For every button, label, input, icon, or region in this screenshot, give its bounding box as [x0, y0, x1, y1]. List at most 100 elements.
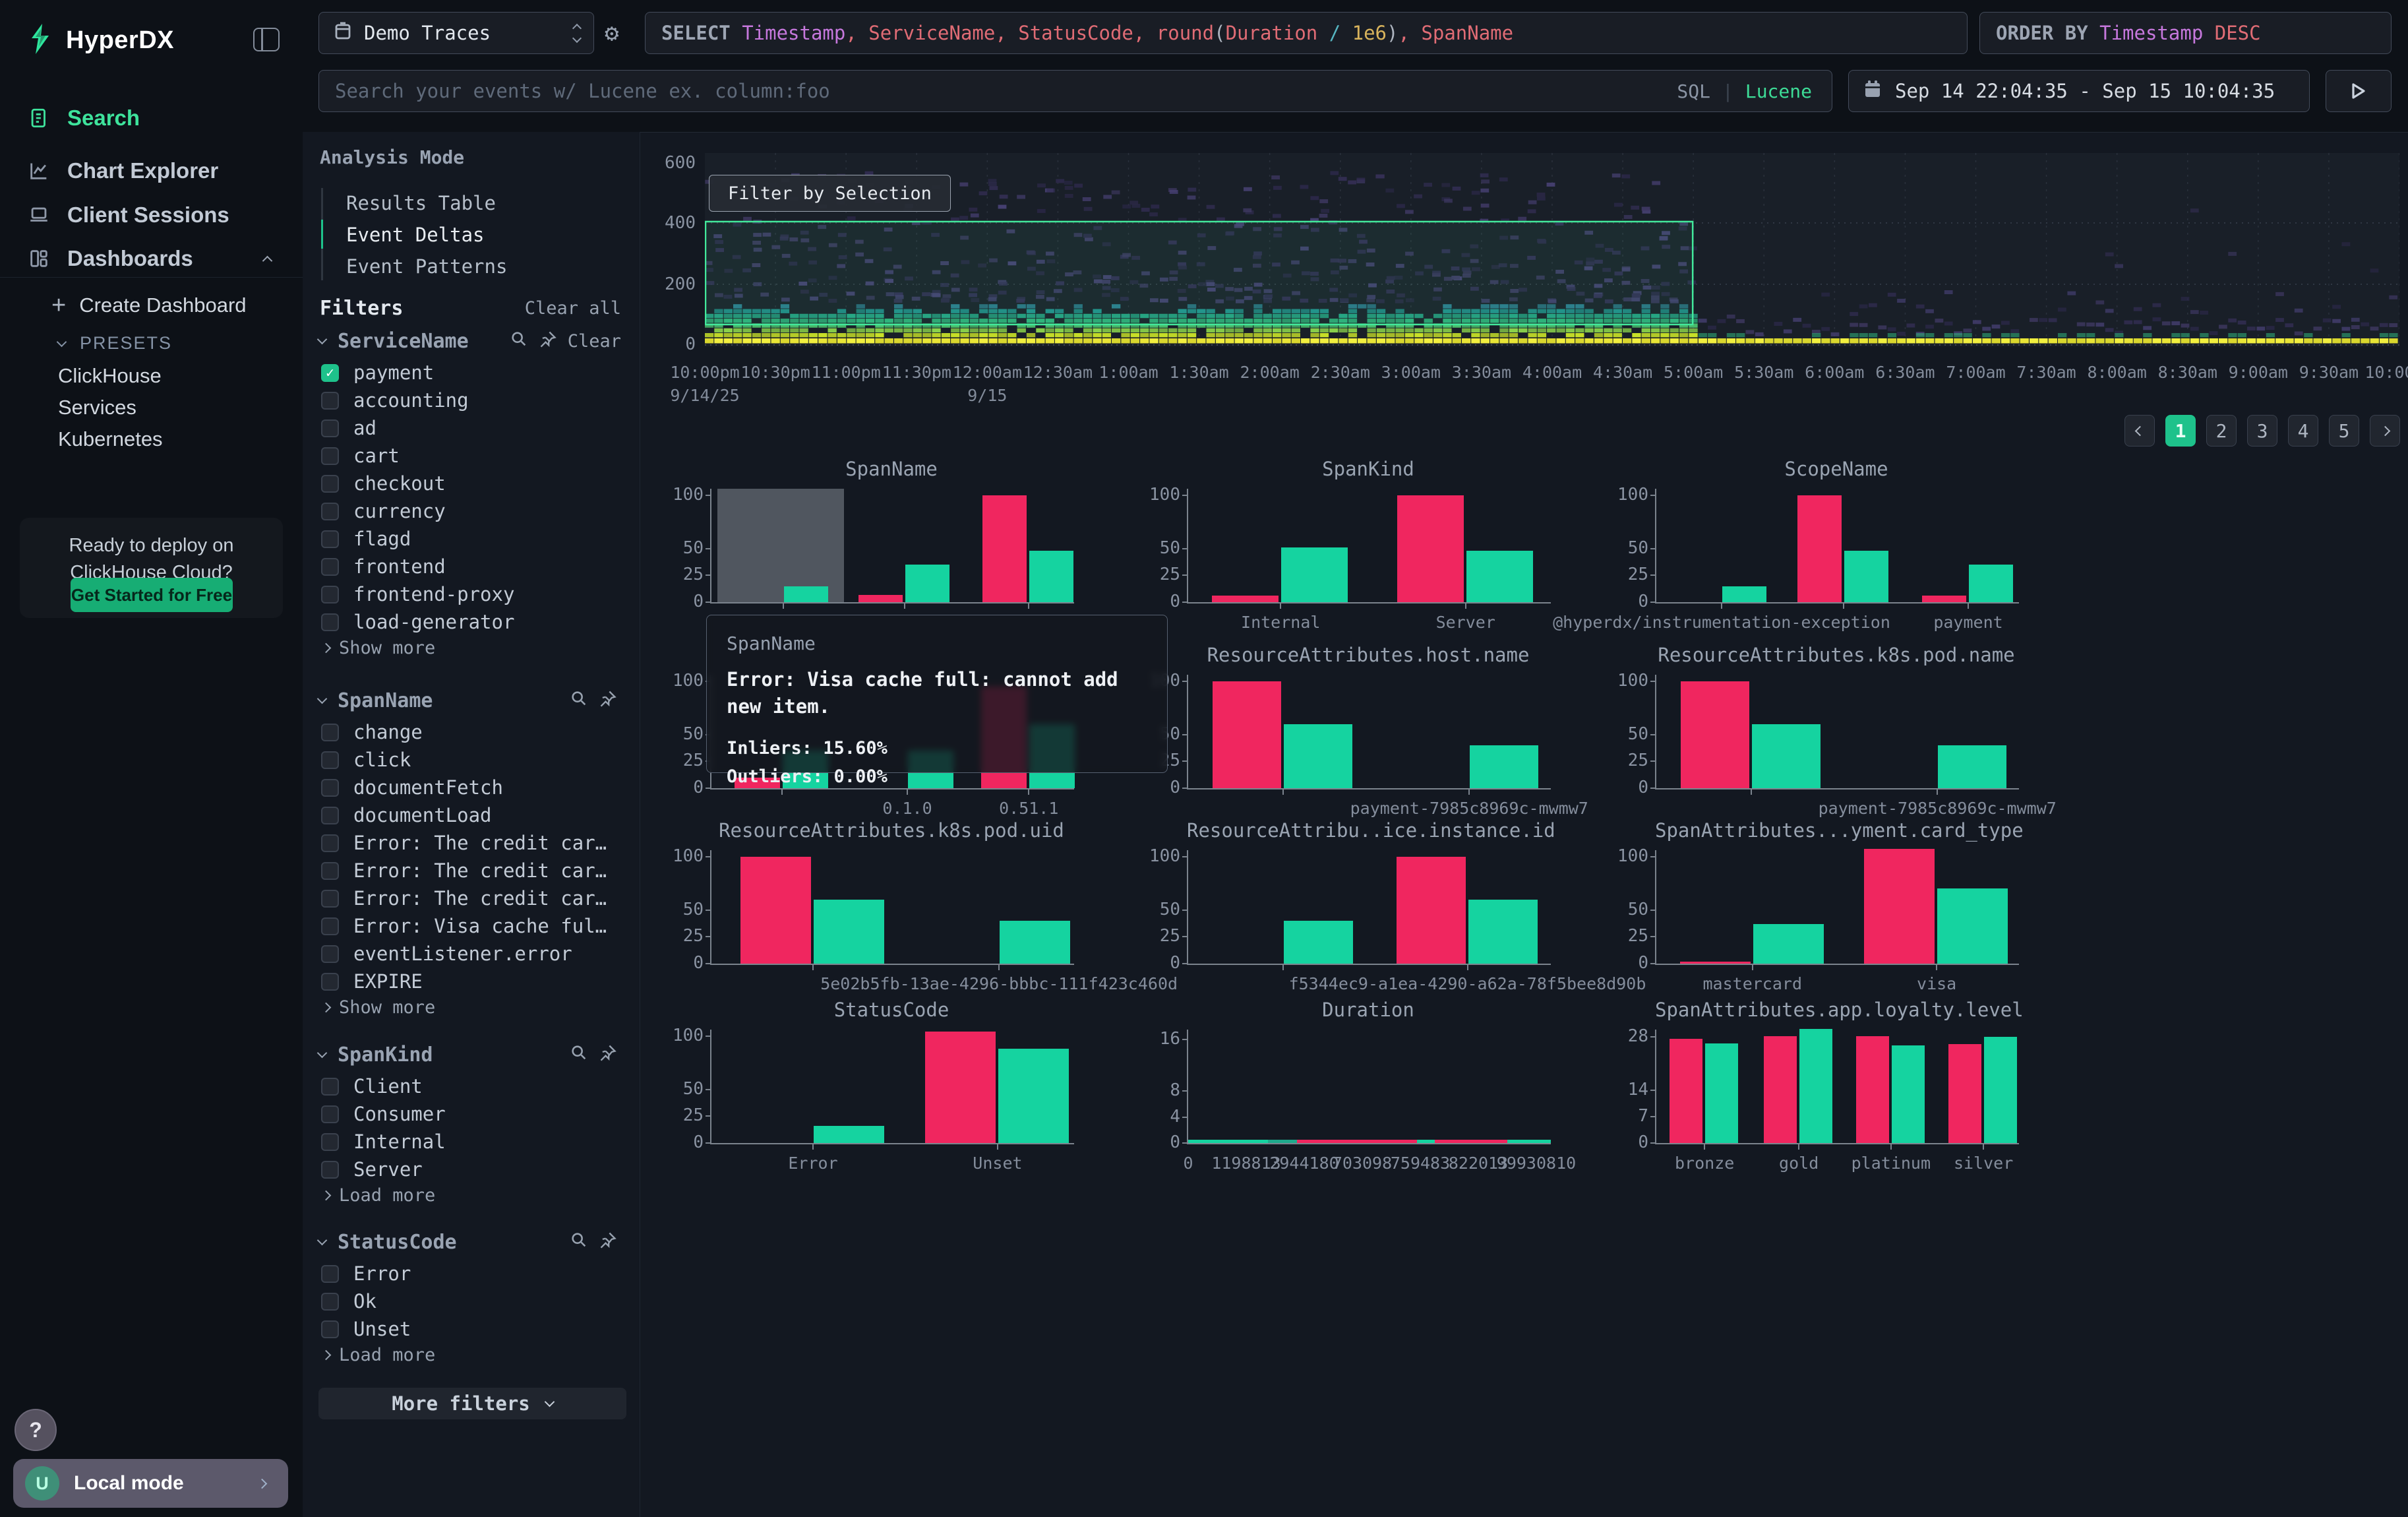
pin-icon[interactable] [599, 689, 617, 713]
sidebar-item-chart-explorer[interactable]: Chart Explorer [0, 152, 303, 190]
checkbox[interactable] [321, 586, 339, 604]
page-button-4[interactable]: 4 [2288, 415, 2318, 447]
bar-outliers[interactable] [1680, 962, 1751, 964]
filter-item-spanname[interactable]: click [321, 747, 624, 773]
chart-resourceattribu-ice-instance-id[interactable]: 02550100f5344ec9-a1ea-4290-a62a-78f5bee8… [1187, 850, 1551, 965]
bar-inliers[interactable] [1466, 551, 1533, 602]
page-button-5[interactable]: 5 [2329, 415, 2359, 447]
select-query-input[interactable]: SELECT Timestamp, ServiceName, StatusCod… [645, 12, 1968, 54]
bar-inliers[interactable] [1844, 551, 1888, 602]
sidebar-preset-services[interactable]: Services [58, 396, 136, 419]
chart-spankind[interactable]: 02550100InternalServer [1187, 489, 1551, 604]
bar-inliers[interactable] [1284, 724, 1352, 788]
bar-inliers[interactable] [1468, 900, 1538, 964]
checkbox[interactable] [321, 862, 339, 880]
analysis-mode-event-patterns[interactable]: Event Patterns [346, 255, 507, 278]
page-next-button[interactable] [2370, 415, 2400, 447]
bar-inliers[interactable] [814, 900, 884, 964]
filter-group-clear[interactable]: Clear [568, 331, 621, 352]
filter-by-selection-button[interactable]: Filter by Selection [709, 175, 951, 212]
bar-inliers[interactable] [1000, 921, 1070, 964]
chart-resourceattributes-host-name[interactable]: 02550100payment-7985c8969c-mwmw7 [1187, 675, 1551, 789]
checkbox[interactable] [321, 1105, 339, 1123]
checkbox[interactable] [321, 475, 339, 493]
checkbox[interactable] [321, 945, 339, 963]
analysis-mode-results-table[interactable]: Results Table [346, 192, 496, 214]
bar-outliers[interactable] [1764, 1036, 1797, 1143]
presets-toggle[interactable]: PRESETS [58, 333, 172, 354]
bar-outliers[interactable] [925, 1032, 996, 1143]
bar-inliers[interactable] [1722, 586, 1766, 602]
checkbox[interactable] [321, 1320, 339, 1338]
bar-outliers[interactable] [1397, 495, 1464, 602]
filter-item-servicename[interactable]: flagd [321, 526, 624, 552]
bar-outliers[interactable] [1864, 849, 1935, 964]
filter-item-servicename[interactable]: currency [321, 498, 624, 524]
filter-item-spanname[interactable]: Error: Visa cache full: … [321, 913, 624, 939]
sidebar-item-search[interactable]: Search [0, 99, 303, 137]
pin-icon[interactable] [599, 1231, 617, 1254]
bar-inliers[interactable] [814, 1126, 884, 1143]
filter-item-spanname[interactable]: documentLoad [321, 802, 624, 828]
filter-item-servicename[interactable]: frontend-proxy [321, 581, 624, 607]
pin-icon[interactable] [539, 330, 557, 354]
bar-outliers[interactable] [740, 857, 811, 964]
analysis-mode-event-deltas[interactable]: Event Deltas [346, 224, 485, 246]
heatmap[interactable] [705, 153, 2399, 346]
bar-outliers[interactable] [1797, 495, 1842, 602]
bar-outliers[interactable] [1670, 1039, 1702, 1143]
page-button-2[interactable]: 2 [2206, 415, 2237, 447]
bar-inliers[interactable] [1281, 547, 1348, 602]
filter-item-spanname[interactable]: Error: The credit card (… [321, 885, 624, 912]
order-by-input[interactable]: ORDER BY Timestamp DESC [1979, 12, 2392, 54]
checkbox[interactable] [321, 973, 339, 991]
filter-item-servicename[interactable]: accounting [321, 387, 624, 414]
filter-item-statuscode[interactable]: Error [321, 1260, 624, 1287]
chart-spanname[interactable]: 02550100 [710, 489, 1074, 604]
search-input[interactable]: Search your events w/ Lucene ex. column:… [318, 70, 1832, 112]
checkbox[interactable] [321, 558, 339, 576]
bar-outliers[interactable] [1212, 596, 1279, 602]
bar-outliers[interactable] [1681, 681, 1749, 788]
bar-inliers[interactable] [998, 1049, 1069, 1143]
bar-inliers[interactable] [1892, 1045, 1925, 1143]
filter-item-spankind[interactable]: Client [321, 1073, 624, 1099]
bar-inliers[interactable] [1799, 1029, 1832, 1143]
bar-inliers[interactable] [905, 565, 949, 602]
lang-lucene-toggle[interactable]: Lucene [1745, 80, 1812, 102]
pin-icon[interactable] [599, 1043, 617, 1067]
bar-inliers[interactable] [1284, 921, 1353, 964]
bar-inliers[interactable] [1753, 924, 1824, 964]
filter-item-servicename[interactable]: frontend [321, 553, 624, 580]
bar-outliers[interactable] [982, 495, 1027, 602]
filter-group-more[interactable]: Load more [322, 1185, 435, 1206]
bar-outliers[interactable] [1922, 596, 1966, 602]
filter-item-servicename[interactable]: ✓payment [321, 359, 624, 386]
chart-spanattributes-app-loyalty-level[interactable]: 071428bronzegoldplatinumsilver [1655, 1030, 2019, 1144]
filter-item-servicename[interactable]: cart [321, 443, 624, 469]
bar-outliers[interactable] [1397, 857, 1466, 964]
bar-inliers[interactable] [1938, 745, 2006, 788]
filter-group-more[interactable]: Show more [322, 997, 435, 1018]
sidebar-collapse-icon[interactable] [253, 28, 280, 51]
checkbox[interactable] [321, 1265, 339, 1283]
chart-scopename[interactable]: 02550100@hyperdx/instrumentation-excepti… [1655, 489, 2019, 604]
lang-sql-toggle[interactable]: SQL [1677, 80, 1710, 102]
gear-icon[interactable]: ⚙ [605, 20, 619, 47]
checkbox[interactable] [321, 530, 339, 548]
search-icon[interactable] [570, 689, 588, 713]
source-select[interactable]: Demo Traces [318, 12, 594, 54]
filter-item-spanname[interactable]: documentFetch [321, 774, 624, 801]
checkbox[interactable] [321, 1133, 339, 1151]
bar-inliers[interactable] [1969, 565, 2013, 602]
page-button-3[interactable]: 3 [2247, 415, 2277, 447]
filter-item-servicename[interactable]: load-generator [321, 609, 624, 635]
bar-inliers[interactable] [784, 586, 828, 602]
bar-outliers[interactable] [858, 595, 903, 602]
bar-outliers[interactable] [1213, 681, 1281, 788]
chart-statuscode[interactable]: 02550100ErrorUnset [710, 1030, 1074, 1144]
user-menu[interactable]: U Local mode [13, 1459, 288, 1508]
page-button-1[interactable]: 1 [2165, 415, 2196, 447]
bar-outliers[interactable] [1856, 1036, 1889, 1143]
filter-item-spankind[interactable]: Server [321, 1156, 624, 1183]
